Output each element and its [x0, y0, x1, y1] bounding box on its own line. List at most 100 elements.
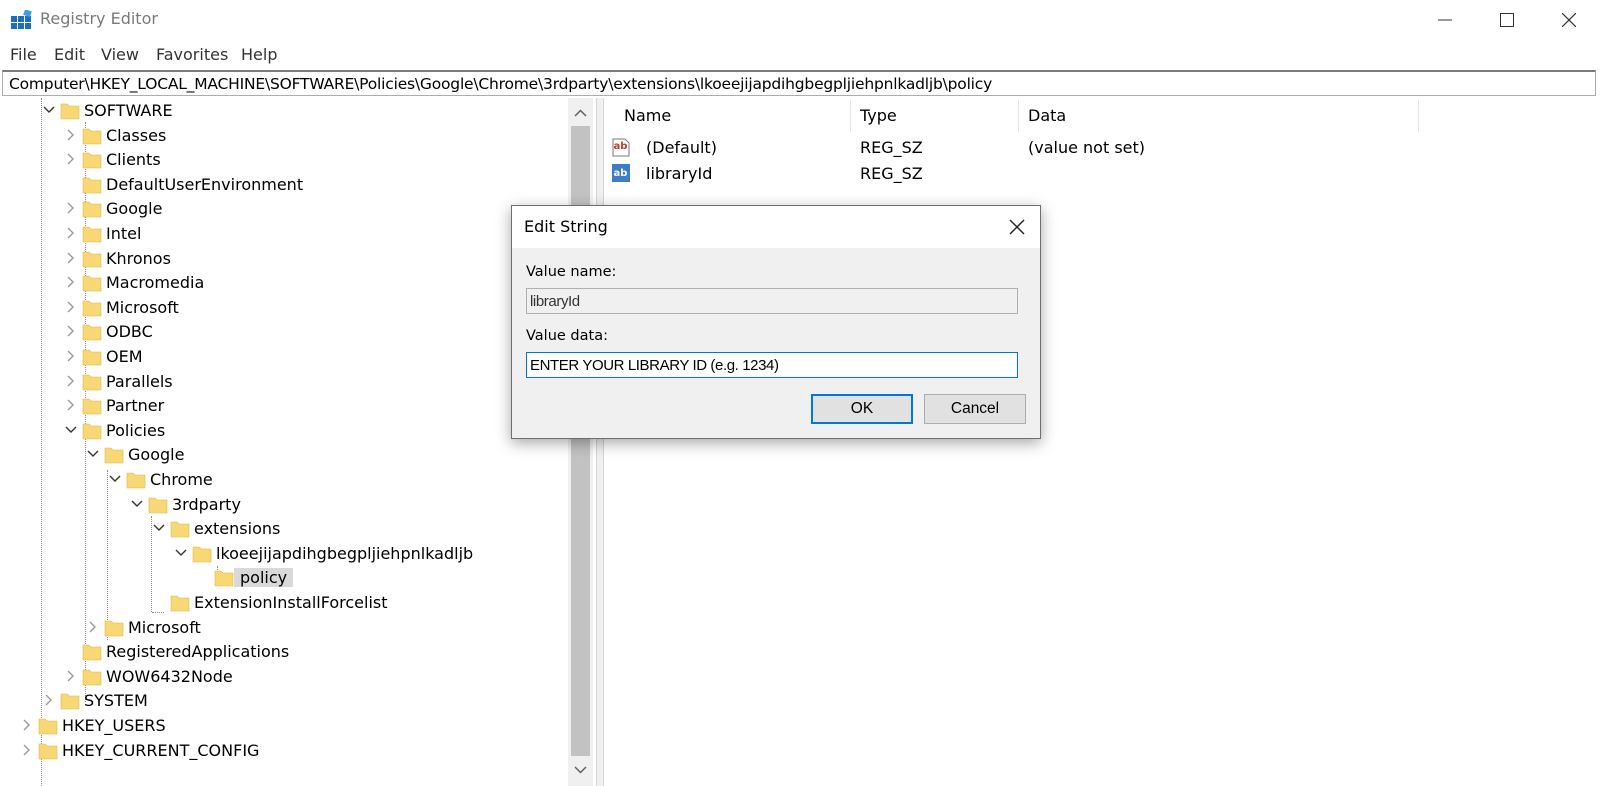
- tree-item[interactable]: Clients: [0, 148, 566, 172]
- tree-item[interactable]: OEM: [0, 345, 566, 369]
- tree-item-label: policy: [234, 568, 294, 588]
- menu-favorites[interactable]: Favorites: [156, 45, 228, 64]
- folder-icon: [170, 521, 190, 538]
- chevron-right-icon[interactable]: [64, 128, 78, 142]
- chevron-right-icon[interactable]: [42, 693, 56, 707]
- folder-icon: [82, 275, 102, 292]
- tree-item[interactable]: Intel: [0, 222, 566, 246]
- folder-icon: [38, 718, 58, 735]
- tree-item-label: Microsoft: [106, 297, 179, 317]
- svg-text:ab: ab: [614, 168, 628, 179]
- folder-icon: [126, 472, 146, 489]
- chevron-right-icon[interactable]: [64, 226, 78, 240]
- folder-icon: [104, 448, 124, 464]
- chevron-down-icon[interactable]: [130, 497, 144, 511]
- chevron-right-icon[interactable]: [20, 743, 34, 757]
- tree-item[interactable]: HKEY_CURRENT_CONFIG: [0, 739, 566, 763]
- chevron-right-icon[interactable]: [64, 251, 78, 265]
- folder-icon: [82, 128, 102, 144]
- tree-item[interactable]: 3rdparty: [0, 493, 566, 517]
- menu-file[interactable]: File: [10, 45, 37, 64]
- column-header-name[interactable]: Name: [624, 106, 671, 125]
- value-row-libraryid[interactable]: ab libraryId REG_SZ: [604, 160, 1600, 186]
- tree-scrollbar[interactable]: [568, 98, 593, 786]
- tree-item[interactable]: Microsoft: [0, 616, 566, 640]
- chevron-right-icon[interactable]: [64, 152, 78, 166]
- chevron-right-icon[interactable]: [64, 669, 78, 683]
- tree-item[interactable]: Classes: [0, 124, 566, 148]
- chevron-right-icon[interactable]: [64, 275, 78, 289]
- tree-item-label: Chrome: [150, 470, 213, 489]
- column-header-type[interactable]: Type: [860, 106, 897, 125]
- tree-item-label: Classes: [106, 125, 167, 145]
- tree-item[interactable]: policy: [0, 566, 566, 590]
- folder-icon: [148, 497, 168, 513]
- chevron-right-icon[interactable]: [64, 349, 78, 363]
- tree-item[interactable]: ExtensionInstallForcelist: [0, 591, 566, 615]
- tree-item[interactable]: DefaultUserEnvironment: [0, 173, 566, 197]
- scroll-down-arrow-icon[interactable]: [573, 762, 588, 777]
- scroll-up-arrow-icon[interactable]: [573, 106, 588, 121]
- maximize-icon: [1500, 13, 1514, 27]
- minimize-button[interactable]: [1414, 0, 1476, 40]
- chevron-right-icon[interactable]: [20, 718, 34, 732]
- chevron-down-icon[interactable]: [152, 521, 166, 535]
- tree-item[interactable]: ODBC: [0, 320, 566, 344]
- tree-item[interactable]: Parallels: [0, 370, 566, 394]
- tree-item[interactable]: WOW6432Node: [0, 665, 566, 689]
- tree-item-label: SYSTEM: [84, 691, 148, 711]
- folder-icon: [60, 103, 80, 120]
- svg-text:ab: ab: [614, 141, 628, 152]
- folder-icon: [104, 620, 124, 636]
- folder-icon: [82, 300, 102, 317]
- maximize-button[interactable]: [1476, 0, 1538, 40]
- value-row-default[interactable]: ab (Default) REG_SZ (value not set): [604, 134, 1600, 160]
- tree-item[interactable]: SYSTEM: [0, 689, 566, 713]
- close-button[interactable]: [1538, 0, 1600, 40]
- tree-item-label: Partner: [106, 396, 165, 416]
- cancel-button[interactable]: Cancel: [924, 394, 1026, 424]
- tree-item-label: DefaultUserEnvironment: [106, 174, 304, 194]
- pane-splitter[interactable]: [596, 98, 604, 786]
- tree-item[interactable]: RegisteredApplications: [0, 640, 566, 664]
- tree-item[interactable]: SOFTWARE: [0, 99, 566, 123]
- column-header-data[interactable]: Data: [1028, 106, 1066, 125]
- column-separator[interactable]: [850, 100, 851, 132]
- tree-item[interactable]: lkoeejijapdihgbegpljiehpnlkadljb: [0, 542, 566, 566]
- ok-button[interactable]: OK: [811, 394, 913, 424]
- tree-item[interactable]: Khronos: [0, 247, 566, 271]
- chevron-down-icon[interactable]: [108, 472, 122, 486]
- value-data-field[interactable]: [526, 352, 1018, 378]
- tree-item[interactable]: Macromedia: [0, 271, 566, 295]
- tree-item[interactable]: Google: [0, 443, 566, 467]
- chevron-right-icon[interactable]: [64, 324, 78, 338]
- address-bar[interactable]: Computer\HKEY_LOCAL_MACHINE\SOFTWARE\Pol…: [2, 70, 1596, 96]
- tree-item-label: lkoeejijapdihgbegpljiehpnlkadljb: [216, 543, 474, 563]
- tree-item[interactable]: HKEY_USERS: [0, 714, 566, 738]
- tree-item-label: ODBC: [106, 322, 153, 342]
- tree-item[interactable]: Chrome: [0, 468, 566, 492]
- tree-item-label: WOW6432Node: [106, 666, 233, 686]
- chevron-right-icon[interactable]: [64, 374, 78, 388]
- tree-item[interactable]: extensions: [0, 517, 566, 541]
- chevron-down-icon[interactable]: [42, 103, 56, 117]
- chevron-down-icon[interactable]: [86, 447, 100, 461]
- chevron-right-icon[interactable]: [64, 398, 78, 412]
- values-list: Name Type Data ab (Default) REG_SZ (valu…: [604, 98, 1600, 786]
- tree-item[interactable]: Google: [0, 197, 566, 221]
- chevron-down-icon[interactable]: [174, 546, 188, 560]
- tree-item[interactable]: Microsoft: [0, 296, 566, 320]
- chevron-down-icon[interactable]: [64, 423, 78, 437]
- dialog-close-button[interactable]: [1000, 210, 1034, 244]
- menu-view[interactable]: View: [101, 45, 139, 64]
- column-separator[interactable]: [1418, 100, 1419, 132]
- column-separator[interactable]: [1018, 100, 1019, 132]
- tree-item[interactable]: Policies: [0, 419, 566, 443]
- menu-help[interactable]: Help: [241, 45, 277, 64]
- tree-item[interactable]: Partner: [0, 394, 566, 418]
- chevron-right-icon[interactable]: [64, 201, 78, 215]
- chevron-right-icon[interactable]: [86, 620, 100, 634]
- chevron-right-icon[interactable]: [64, 300, 78, 314]
- value-name-field: [526, 288, 1018, 314]
- menu-edit[interactable]: Edit: [54, 45, 85, 64]
